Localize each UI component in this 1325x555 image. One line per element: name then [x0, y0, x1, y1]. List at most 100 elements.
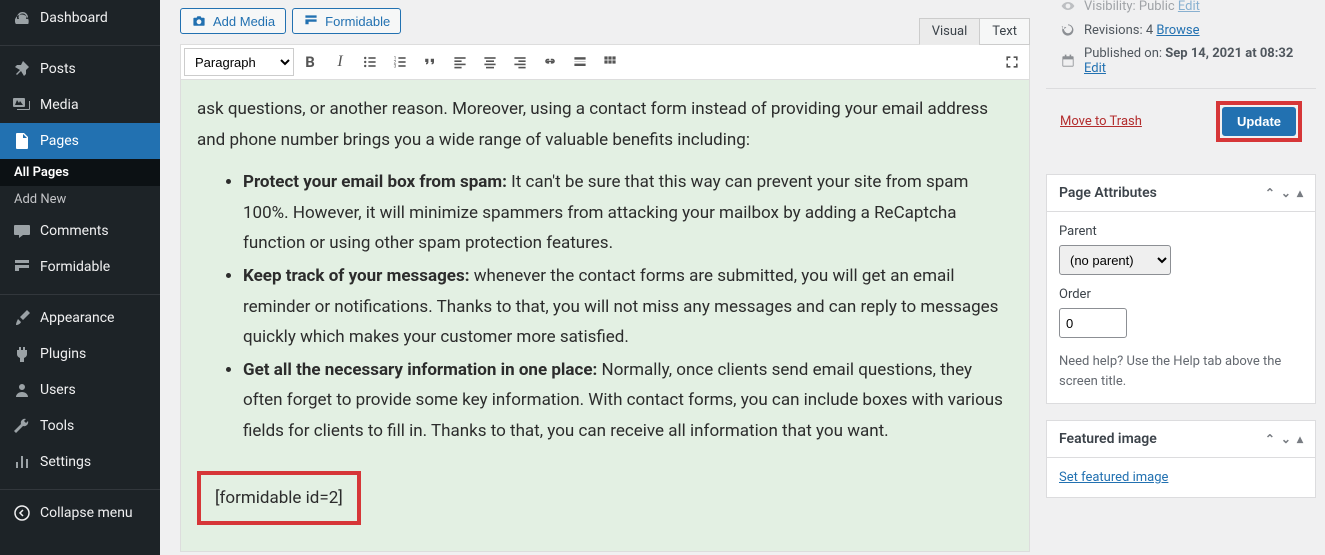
calendar-icon — [1060, 53, 1076, 69]
align-left-button[interactable] — [446, 48, 474, 76]
brush-icon — [12, 308, 32, 328]
move-to-trash-link[interactable]: Move to Trash — [1060, 114, 1142, 129]
add-media-button[interactable]: Add Media — [180, 8, 286, 34]
order-input[interactable] — [1059, 308, 1127, 338]
dashboard-icon — [12, 8, 32, 28]
shortcode-highlight: [formidable id=2] — [197, 471, 361, 526]
page-attributes-panel: Page Attributes ⌃ ⌄ ▴ Parent (no parent)… — [1046, 174, 1316, 404]
menu-appearance[interactable]: Appearance — [0, 300, 160, 336]
bold-button[interactable]: B — [296, 48, 324, 76]
chevron-down-icon[interactable]: ⌄ — [1281, 432, 1291, 446]
menu-label: Comments — [40, 223, 109, 239]
pin-icon — [12, 59, 32, 79]
wrench-icon — [12, 416, 32, 436]
menu-tools[interactable]: Tools — [0, 408, 160, 444]
visibility-row: Visibility: Public Edit — [1046, 0, 1316, 18]
align-center-button[interactable] — [476, 48, 504, 76]
published-row: Published on: Sep 14, 2021 at 08:32 Edit — [1046, 42, 1316, 80]
submenu-add-new[interactable]: Add New — [0, 186, 160, 213]
admin-sidebar: Dashboard Posts Media Pages All Pages Ad… — [0, 0, 160, 555]
menu-formidable[interactable]: Formidable — [0, 249, 160, 285]
plug-icon — [12, 344, 32, 364]
chevron-up-icon[interactable]: ⌃ — [1265, 186, 1275, 200]
pages-icon — [12, 131, 32, 151]
formidable-button[interactable]: Formidable — [292, 8, 401, 34]
update-button[interactable]: Update — [1222, 107, 1296, 136]
browse-revisions-link[interactable]: Browse — [1156, 23, 1199, 38]
panel-tools: ⌃ ⌄ ▴ — [1265, 186, 1303, 200]
link-button[interactable] — [536, 48, 564, 76]
italic-button[interactable]: I — [326, 48, 354, 76]
list-item: Protect your email box from spam: It can… — [243, 167, 1013, 259]
menu-label: Formidable — [40, 259, 110, 275]
menu-plugins[interactable]: Plugins — [0, 336, 160, 372]
readmore-button[interactable] — [566, 48, 594, 76]
menu-label: Plugins — [40, 346, 86, 362]
panel-header[interactable]: Featured image ⌃ ⌄ ▴ — [1047, 421, 1315, 458]
caret-up-icon[interactable]: ▴ — [1297, 186, 1303, 200]
panel-body: Parent (no parent) Order Need help? Use … — [1047, 212, 1315, 403]
menu-label: Appearance — [40, 310, 114, 326]
content-list: Protect your email box from spam: It can… — [197, 167, 1013, 446]
set-featured-image-link[interactable]: Set featured image — [1059, 470, 1168, 485]
menu-dashboard[interactable]: Dashboard — [0, 0, 160, 36]
blockquote-button[interactable] — [416, 48, 444, 76]
caret-up-icon[interactable]: ▴ — [1297, 432, 1303, 446]
menu-separator — [0, 41, 160, 46]
toolbar-toggle-button[interactable] — [596, 48, 624, 76]
revisions-row: Revisions: 4 Browse — [1046, 18, 1316, 42]
editor-tabs: Visual Text — [919, 18, 1030, 45]
panel-header[interactable]: Page Attributes ⌃ ⌄ ▴ — [1047, 175, 1315, 212]
menu-comments[interactable]: Comments — [0, 213, 160, 249]
menu-collapse[interactable]: Collapse menu — [0, 495, 160, 531]
edit-visibility-link[interactable]: Edit — [1178, 0, 1200, 14]
content-intro: ask questions, or another reason. Moreov… — [197, 94, 1013, 155]
list-item: Keep track of your messages: whenever th… — [243, 261, 1013, 353]
submenu-all-pages[interactable]: All Pages — [0, 159, 160, 186]
parent-select[interactable]: (no parent) — [1059, 245, 1171, 275]
media-buttons-row: Add Media Formidable — [180, 0, 1030, 44]
menu-label: Dashboard — [40, 10, 108, 26]
user-icon — [12, 380, 32, 400]
chevron-up-icon[interactable]: ⌃ — [1265, 432, 1275, 446]
bullet-list-button[interactable] — [356, 48, 384, 76]
menu-posts[interactable]: Posts — [0, 51, 160, 87]
editor-toolbar: Paragraph B I 123 — [180, 44, 1030, 80]
add-media-label: Add Media — [213, 14, 275, 29]
camera-icon — [191, 13, 207, 29]
editor-content[interactable]: ask questions, or another reason. Moreov… — [180, 80, 1030, 552]
panel-title: Featured image — [1059, 431, 1157, 447]
panel-tools: ⌃ ⌄ ▴ — [1265, 432, 1303, 446]
formidable-icon — [12, 257, 32, 277]
fullscreen-button[interactable] — [998, 48, 1026, 76]
tab-text[interactable]: Text — [979, 18, 1030, 45]
menu-settings[interactable]: Settings — [0, 444, 160, 480]
chevron-down-icon[interactable]: ⌄ — [1281, 186, 1291, 200]
edit-date-link[interactable]: Edit — [1084, 61, 1106, 76]
settings-icon — [12, 452, 32, 472]
menu-label: Tools — [40, 418, 74, 434]
update-highlight: Update — [1216, 101, 1302, 142]
menu-label: Settings — [40, 454, 91, 470]
menu-label: Pages — [40, 133, 79, 149]
tab-visual[interactable]: Visual — [919, 18, 980, 45]
menu-users[interactable]: Users — [0, 372, 160, 408]
media-icon — [12, 95, 32, 115]
eye-icon — [1060, 0, 1076, 14]
menu-separator — [0, 290, 160, 295]
order-label: Order — [1059, 287, 1303, 302]
menu-label: Collapse menu — [40, 505, 133, 521]
format-select[interactable]: Paragraph — [184, 48, 294, 76]
panel-body: Set featured image — [1047, 458, 1315, 497]
menu-label: Media — [40, 97, 79, 113]
align-right-button[interactable] — [506, 48, 534, 76]
menu-media[interactable]: Media — [0, 87, 160, 123]
menu-pages[interactable]: Pages — [0, 123, 160, 159]
number-list-button[interactable]: 123 — [386, 48, 414, 76]
formidable-icon — [303, 13, 319, 29]
featured-image-panel: Featured image ⌃ ⌄ ▴ Set featured image — [1046, 420, 1316, 498]
editor-column: Add Media Formidable Visual Text Paragra… — [180, 0, 1030, 552]
publish-actions: Move to Trash Update — [1046, 88, 1316, 158]
menu-label: Posts — [40, 61, 76, 77]
publish-sidebar: Visibility: Public Edit Revisions: 4 Bro… — [1046, 0, 1316, 498]
